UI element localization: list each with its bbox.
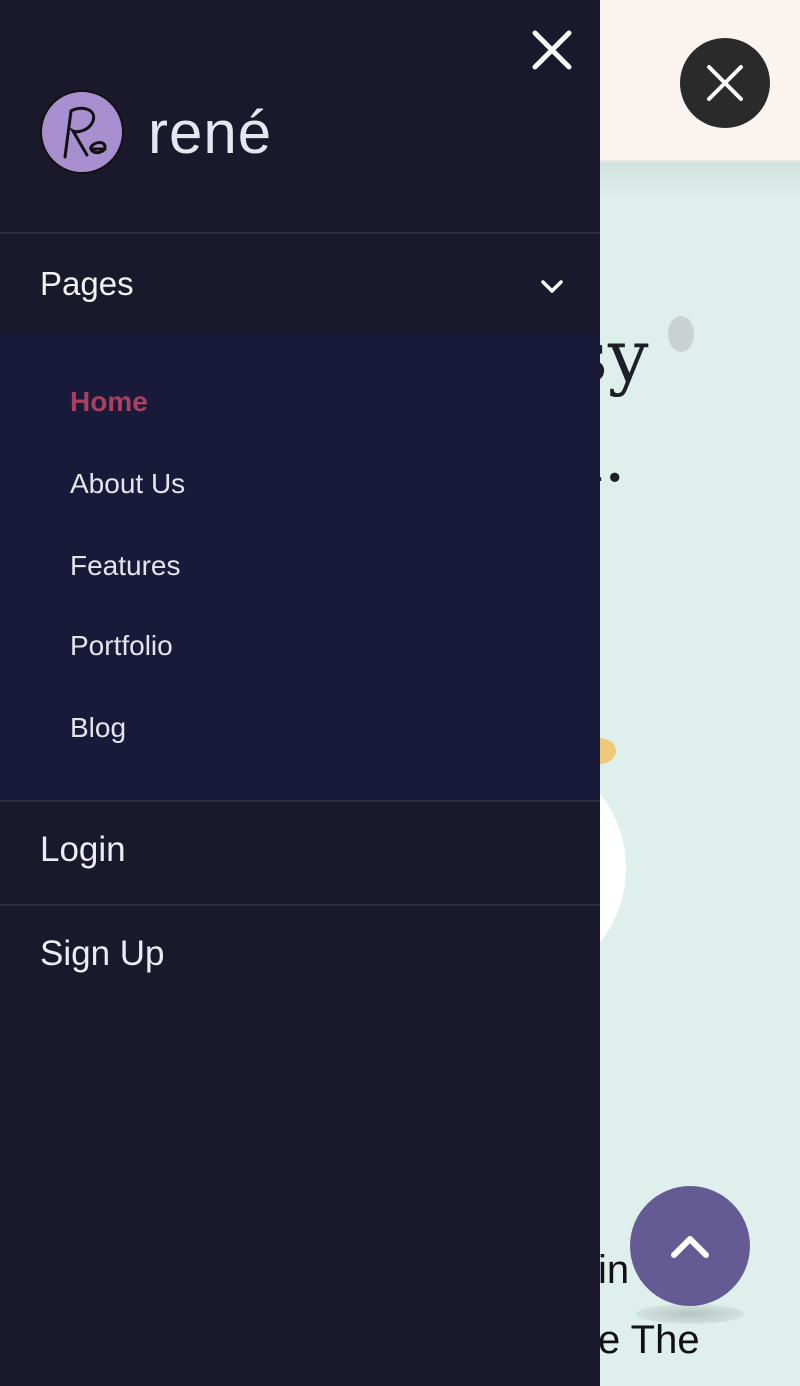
- logo[interactable]: rené: [40, 90, 272, 174]
- menu-item-pages-label: Pages: [40, 265, 134, 302]
- submenu-item-features[interactable]: Features: [70, 550, 181, 582]
- drawer-close-button[interactable]: [528, 26, 576, 74]
- logo-mark: [40, 90, 124, 174]
- submenu-item-about-us[interactable]: About Us: [70, 468, 185, 500]
- submenu-item-home[interactable]: Home: [70, 386, 148, 418]
- close-icon: [532, 30, 572, 70]
- body-text-line1: in: [598, 1248, 630, 1292]
- header-shadow: [600, 160, 800, 200]
- decorative-blob: [668, 316, 694, 352]
- menu-item-sign-up[interactable]: Sign Up: [40, 934, 165, 974]
- menu-item-login[interactable]: Login: [40, 830, 126, 870]
- scroll-to-top-button[interactable]: [630, 1186, 750, 1306]
- menu-close-button[interactable]: [680, 38, 770, 128]
- submenu-item-blog[interactable]: Blog: [70, 712, 126, 744]
- menu-divider: [0, 904, 600, 906]
- pages-submenu: Home About Us Features Portfolio Blog: [0, 334, 600, 800]
- chevron-down-icon[interactable]: [538, 276, 566, 296]
- submenu-item-portfolio[interactable]: Portfolio: [70, 630, 173, 662]
- logo-text: rené: [148, 98, 273, 166]
- chevron-up-icon: [671, 1236, 709, 1258]
- mobile-menu-drawer: rené Pages Home About Us Features Portfo…: [0, 0, 600, 1386]
- menu-divider: [0, 800, 600, 802]
- logo-monogram-icon: [63, 106, 107, 159]
- menu-item-pages[interactable]: Pages: [0, 234, 600, 334]
- close-icon: [707, 65, 743, 101]
- scroll-button-shadow: [636, 1304, 744, 1324]
